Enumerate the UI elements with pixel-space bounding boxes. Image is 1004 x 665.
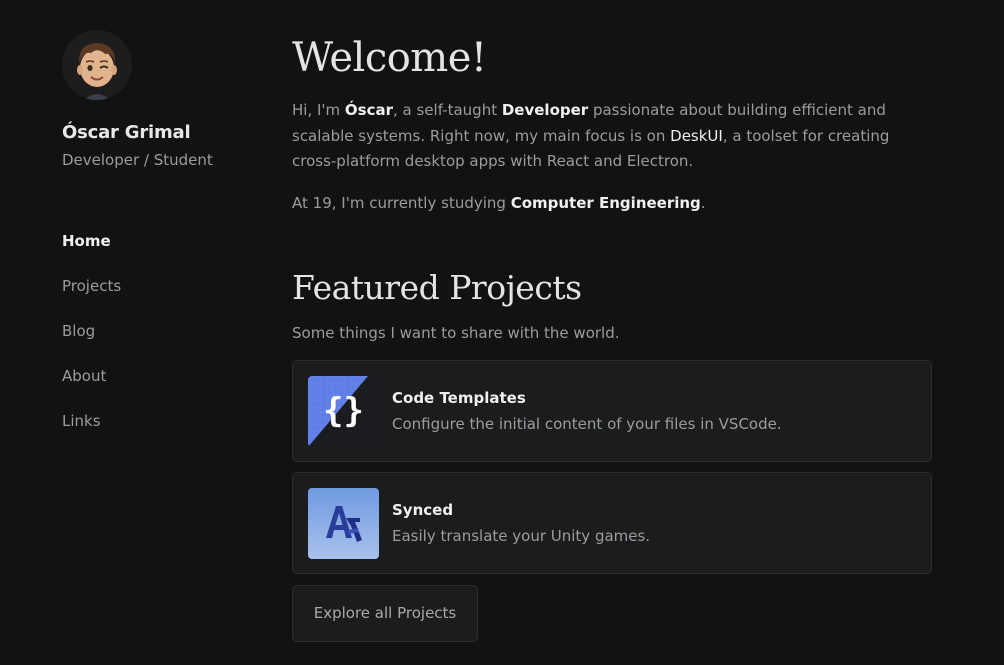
page-title: Welcome! bbox=[292, 35, 487, 81]
sidebar: Óscar Grimal Developer / Student Home Pr… bbox=[62, 30, 262, 456]
intro-developer-highlight: Developer bbox=[501, 101, 589, 119]
study-paragraph: At 19, I'm currently studying Computer E… bbox=[292, 191, 932, 217]
braces-icon: {} bbox=[308, 376, 379, 447]
nav-item-links[interactable]: Links bbox=[62, 411, 262, 456]
project-title: Code Templates bbox=[392, 389, 526, 407]
nav-item-projects[interactable]: Projects bbox=[62, 276, 262, 321]
project-description: Easily translate your Unity games. bbox=[392, 527, 651, 545]
explore-all-projects-button[interactable]: Explore all Projects bbox=[292, 585, 478, 642]
avatar bbox=[62, 30, 132, 100]
memoji-avatar-icon bbox=[62, 30, 132, 100]
main-content: Welcome! Hi, I'm Óscar, a self-taught De… bbox=[292, 30, 932, 642]
profile-role: Developer / Student bbox=[62, 151, 213, 169]
profile-name: Óscar Grimal bbox=[62, 122, 191, 143]
featured-projects-title: Featured Projects bbox=[292, 268, 582, 307]
nav-item-about[interactable]: About bbox=[62, 366, 262, 411]
study-highlight: Computer Engineering bbox=[510, 193, 701, 212]
intro-text-1: Hi, I'm bbox=[292, 101, 345, 119]
svg-text:{}: {} bbox=[323, 391, 364, 431]
study-text-1: At 19, I'm currently studying bbox=[292, 193, 511, 212]
translate-icon bbox=[308, 488, 379, 559]
project-description: Configure the initial content of your fi… bbox=[392, 415, 782, 433]
intro-deskui-link[interactable]: DeskUI bbox=[670, 127, 723, 145]
intro-paragraph: Hi, I'm Óscar, a self-taught Developer p… bbox=[292, 98, 932, 175]
intro-name-highlight: Óscar bbox=[344, 101, 394, 119]
featured-projects-subtitle: Some things I want to share with the wor… bbox=[292, 324, 620, 342]
project-card-synced[interactable]: Synced Easily translate your Unity games… bbox=[292, 472, 932, 574]
nav-item-blog[interactable]: Blog bbox=[62, 321, 262, 366]
main-nav: Home Projects Blog About Links bbox=[62, 231, 262, 456]
intro-text-2: , a self-taught bbox=[393, 101, 502, 119]
project-card-code-templates[interactable]: {} Code Templates Configure the initial … bbox=[292, 360, 932, 462]
study-text-2: . bbox=[700, 193, 706, 212]
project-title: Synced bbox=[392, 501, 454, 519]
nav-item-home[interactable]: Home bbox=[62, 231, 262, 276]
